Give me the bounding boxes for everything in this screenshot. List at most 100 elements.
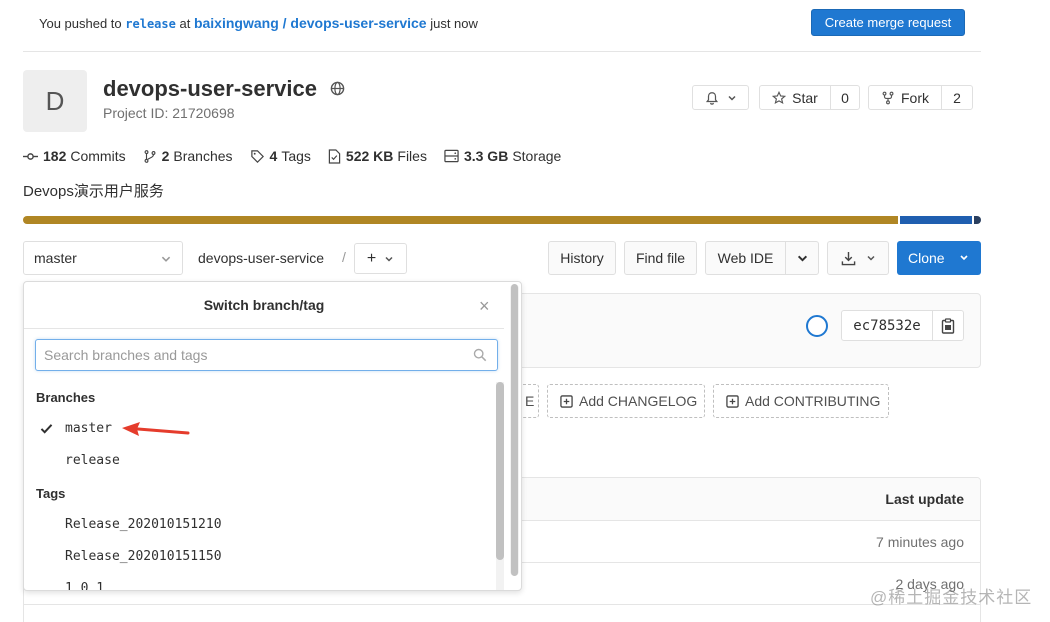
breadcrumb-project[interactable]: devops-user-service [198,250,324,266]
pipeline-status-icon[interactable] [805,314,829,338]
commits-label: Commits [70,148,126,164]
files-size: 522 KB [345,148,394,164]
language-segment-other[interactable] [974,216,981,224]
branch-icon [144,149,156,163]
annotation-arrow-icon [122,422,190,436]
find-file-button[interactable]: Find file [624,241,697,275]
checkmark-icon [40,424,53,434]
add-changelog-button[interactable]: Add CHANGELOG [547,384,705,418]
file-icon [328,148,341,164]
tags-stat[interactable]: 4 Tags [250,148,311,164]
at-text: at [179,16,191,31]
plus-square-icon [726,394,739,408]
tag-item[interactable]: Release_202010151150 [65,549,222,564]
copy-sha-button[interactable] [933,311,963,340]
dropdown-title: Switch branch/tag [24,282,504,329]
tag-item[interactable]: Release_202010151210 [65,517,222,532]
branch-item-master[interactable]: master [65,421,112,436]
download-icon [841,251,855,265]
history-button[interactable]: History [548,241,616,275]
pushed-branch-link[interactable]: release [125,17,176,31]
push-notification-banner: You pushed to release at baixingwang / d… [23,0,981,52]
fork-count[interactable]: 2 [941,86,972,109]
clone-label: Clone [908,250,945,266]
clipboard-icon [941,317,955,334]
tag-item[interactable]: 1.0.1 [65,581,104,590]
branches-label: Branches [173,148,233,164]
branches-stat[interactable]: 2 Branches [143,148,233,164]
branch-search-input[interactable]: Search branches and tags [35,339,498,371]
list-scrollbar[interactable] [496,382,504,590]
fork-label: Fork [901,89,929,106]
search-placeholder: Search branches and tags [44,347,208,363]
dropdown-scrollbar[interactable] [510,284,519,576]
notification-dropdown-button[interactable] [692,85,749,110]
bell-icon [705,91,718,105]
project-description: Devops演示用户服务 [23,183,164,200]
language-segment-secondary[interactable] [900,216,972,224]
globe-icon [330,81,345,96]
storage-stat[interactable]: 3.3 GB Storage [444,148,561,164]
push-notification-text: You pushed to release at baixingwang / d… [39,15,478,31]
tags-label: Tags [281,148,311,164]
tags-section-header: Tags [36,486,66,501]
commit-icon [23,152,38,160]
star-button[interactable]: Star 0 [759,85,860,110]
chevron-down-icon [385,256,393,262]
star-label: Star [792,89,818,106]
project-path-link[interactable]: baixingwang / devops-user-service [194,15,427,31]
project-avatar: D [23,70,87,132]
plus-square-icon [560,394,573,408]
chevron-down-icon [866,255,875,261]
tags-count: 4 [269,148,278,164]
fork-button[interactable]: Fork 2 [868,85,973,110]
files-stat[interactable]: 522 KB Files [328,148,427,164]
commits-count: 182 [43,148,67,164]
language-segment-primary[interactable] [23,216,898,224]
files-label: Files [397,148,427,164]
last-update-header: Last update [885,491,964,507]
create-merge-request-button[interactable]: Create merge request [811,9,965,36]
add-readme-label: E [525,393,535,409]
chevron-down-icon [161,256,171,262]
project-stats: 182 Commits 2 Branches 4 Tags 522 KB Files 3… [23,148,578,164]
branch-item-release[interactable]: release [65,453,120,468]
breadcrumb-separator: / [342,249,346,265]
commit-sha-group: ec78532e [841,310,964,341]
chevron-down-icon [727,95,736,101]
search-icon [473,348,487,362]
watermark: @稀土掘金技术社区 [870,588,1033,607]
pushed-text: You pushed to [39,16,122,31]
storage-size: 3.3 GB [463,148,509,164]
commit-sha[interactable]: ec78532e [842,311,933,340]
current-branch-label: master [34,250,77,266]
tag-icon [250,149,264,163]
web-ide-button[interactable]: Web IDE [705,241,786,275]
table-row[interactable] [24,605,980,622]
push-time: just now [430,16,478,31]
branches-section-header: Branches [36,390,96,405]
add-contributing-label: Add CONTRIBUTING [745,393,881,409]
branches-count: 2 [161,148,170,164]
web-ide-dropdown-toggle[interactable] [785,241,819,275]
star-icon [772,90,787,104]
chevron-down-icon [797,255,807,262]
add-to-tree-dropdown[interactable]: + [354,243,407,274]
fork-icon [882,91,894,104]
list-scrollbar-thumb[interactable] [496,382,504,560]
storage-icon [444,149,459,163]
project-id: Project ID: 21720698 [103,105,235,121]
clone-button[interactable]: Clone [897,241,981,275]
add-contributing-button[interactable]: Add CONTRIBUTING [713,384,889,418]
storage-label: Storage [512,148,562,164]
chevron-down-icon [960,255,968,261]
download-dropdown-button[interactable] [827,241,889,275]
star-count[interactable]: 0 [830,86,859,109]
commits-stat[interactable]: 182 Commits [23,148,126,164]
repository-languages-bar[interactable] [23,216,981,224]
switch-branch-tag-dropdown: Switch branch/tag × Search branches and … [23,281,522,591]
branch-selector[interactable]: master [23,241,183,275]
close-icon[interactable]: × [479,296,490,317]
dropdown-scrollbar-thumb[interactable] [511,284,518,576]
add-changelog-label: Add CHANGELOG [579,393,698,409]
